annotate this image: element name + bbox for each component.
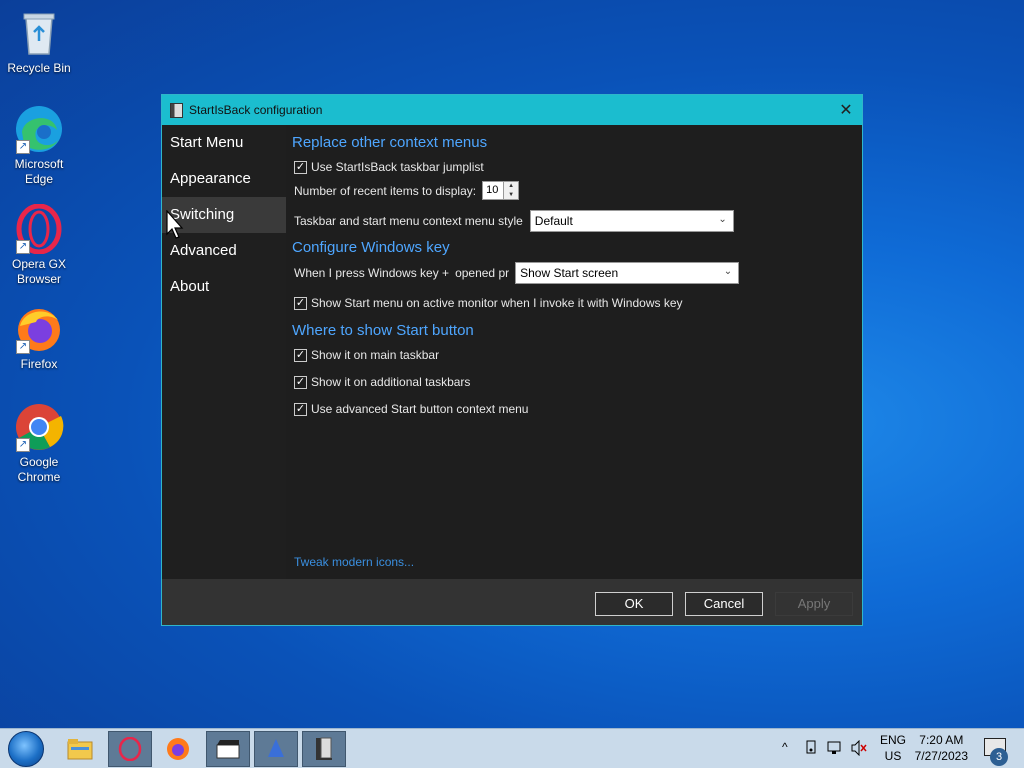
settings-panel: Replace other context menus ✓ Use StartI… bbox=[286, 125, 862, 579]
network-icon[interactable] bbox=[826, 740, 844, 759]
additional-taskbars-checkbox[interactable]: ✓ bbox=[294, 375, 307, 389]
active-monitor-label: Show Start menu on active monitor when I… bbox=[311, 296, 683, 310]
active-monitor-checkbox[interactable]: ✓ bbox=[294, 296, 307, 310]
recycle-bin-icon bbox=[14, 8, 64, 58]
main-taskbar-checkbox[interactable]: ✓ bbox=[294, 348, 307, 362]
chevron-down-icon: ⌄ bbox=[723, 266, 733, 277]
taskbar-clock[interactable]: 7:20 AM 7/27/2023 bbox=[915, 732, 968, 764]
recent-items-value[interactable]: 10 bbox=[482, 181, 505, 200]
context-style-selected: Default bbox=[534, 214, 573, 228]
window-titlebar[interactable]: StartIsBack configuration ✕ bbox=[162, 95, 862, 125]
desktop-icon-edge[interactable]: ↗ Microsoft Edge bbox=[2, 104, 76, 187]
language-region: US bbox=[884, 749, 902, 763]
desktop-icon-chrome[interactable]: ↗ Google Chrome bbox=[2, 402, 76, 485]
app-taskbar-icon[interactable] bbox=[254, 731, 298, 767]
clock-date: 7/27/2023 bbox=[914, 749, 968, 763]
firefox-label: Firefox bbox=[20, 357, 58, 371]
shortcut-arrow-icon: ↗ bbox=[16, 438, 30, 452]
desktop-icon-opera-gx[interactable]: ↗ Opera GX Browser bbox=[2, 203, 76, 287]
windows-key-dropdown[interactable]: Show Start screen ⌄ bbox=[515, 262, 740, 284]
file-explorer-icon[interactable] bbox=[58, 731, 102, 767]
context-style-dropdown[interactable]: Default ⌄ bbox=[529, 210, 734, 232]
tweak-modern-icons-link[interactable]: Tweak modern icons... bbox=[294, 555, 414, 569]
windows-key-row: When I press Windows key + opened pr Sho… bbox=[294, 262, 740, 284]
windows-key-label: When I press Windows key + bbox=[294, 266, 450, 280]
section-title-start-button: Where to show Start button bbox=[292, 322, 474, 339]
ok-button[interactable]: OK bbox=[595, 592, 673, 616]
advanced-context-label: Use advanced Start button context menu bbox=[311, 402, 529, 416]
additional-taskbars-row[interactable]: ✓ Show it on additional taskbars bbox=[294, 375, 470, 389]
windows-key-selected: Show Start screen bbox=[520, 266, 619, 280]
edge-label: Microsoft Edge bbox=[14, 157, 64, 186]
apply-button[interactable]: Apply bbox=[775, 592, 853, 616]
video-editor-taskbar-icon[interactable] bbox=[206, 731, 250, 767]
language-indicator[interactable]: ENG US bbox=[880, 732, 906, 764]
stepper-up-icon[interactable]: ▲ bbox=[504, 182, 518, 191]
recent-items-label: Number of recent items to display: bbox=[294, 183, 477, 198]
context-style-row: Taskbar and start menu context menu styl… bbox=[294, 210, 734, 232]
shortcut-arrow-icon: ↗ bbox=[16, 340, 30, 354]
recent-items-row: Number of recent items to display: 10 ▲ … bbox=[294, 181, 520, 200]
sidebar-item-appearance[interactable]: Appearance bbox=[162, 161, 286, 197]
chrome-icon: ↗ bbox=[14, 402, 64, 452]
device-icon[interactable] bbox=[804, 740, 818, 759]
startisback-config-window: StartIsBack configuration ✕ Start Menu A… bbox=[161, 94, 863, 626]
language-code: ENG bbox=[879, 733, 906, 747]
firefox-taskbar-icon[interactable] bbox=[156, 731, 200, 767]
stepper-down-icon[interactable]: ▼ bbox=[504, 191, 518, 200]
advanced-context-checkbox[interactable]: ✓ bbox=[294, 402, 307, 416]
desktop-icon-firefox[interactable]: ↗ Firefox bbox=[2, 304, 76, 372]
additional-taskbars-label: Show it on additional taskbars bbox=[311, 375, 471, 389]
sidebar-item-start-menu[interactable]: Start Menu bbox=[162, 125, 286, 161]
taskbar: ^ ENG US 7:20 AM 7/27/2023 3 bbox=[0, 728, 1024, 768]
recent-items-stepper[interactable]: 10 ▲ ▼ bbox=[482, 181, 520, 200]
main-taskbar-label: Show it on main taskbar bbox=[311, 348, 440, 362]
start-orb-icon[interactable] bbox=[8, 731, 44, 767]
clock-time: 7:20 AM bbox=[919, 733, 964, 747]
desktop-icon-recycle-bin[interactable]: Recycle Bin bbox=[2, 8, 76, 76]
opera-gx-taskbar-icon[interactable] bbox=[108, 731, 152, 767]
active-monitor-row[interactable]: ✓ Show Start menu on active monitor when… bbox=[294, 296, 683, 310]
dialog-footer: OK Cancel Apply bbox=[162, 579, 862, 625]
tray-chevron-icon[interactable]: ^ bbox=[782, 740, 788, 754]
context-style-label: Taskbar and start menu context menu styl… bbox=[294, 214, 523, 228]
startisback-app-icon bbox=[170, 102, 183, 118]
jumplist-checkbox-row[interactable]: ✓ Use StartIsBack taskbar jumplist bbox=[294, 160, 484, 174]
recycle-bin-label: Recycle Bin bbox=[7, 61, 71, 75]
jumplist-label: Use StartIsBack taskbar jumplist bbox=[311, 160, 484, 174]
windows-key-label-tail: opened pr bbox=[455, 266, 510, 280]
jumplist-checkbox[interactable]: ✓ bbox=[294, 160, 307, 174]
mouse-cursor-icon bbox=[166, 210, 184, 239]
startisback-taskbar-icon[interactable] bbox=[302, 731, 346, 767]
section-title-windows-key: Configure Windows key bbox=[292, 239, 450, 256]
main-taskbar-row[interactable]: ✓ Show it on main taskbar bbox=[294, 348, 439, 362]
notification-count-badge: 3 bbox=[990, 748, 1008, 766]
firefox-icon: ↗ bbox=[14, 304, 64, 354]
advanced-context-row[interactable]: ✓ Use advanced Start button context menu bbox=[294, 402, 528, 416]
window-title: StartIsBack configuration bbox=[189, 103, 323, 117]
chevron-down-icon: ⌄ bbox=[718, 214, 727, 225]
chrome-label: Google Chrome bbox=[17, 455, 61, 484]
cancel-button[interactable]: Cancel bbox=[685, 592, 763, 616]
section-title-context-menus: Replace other context menus bbox=[292, 134, 488, 151]
shortcut-arrow-icon: ↗ bbox=[16, 140, 30, 154]
edge-icon: ↗ bbox=[14, 104, 64, 154]
shortcut-arrow-icon: ↗ bbox=[16, 240, 30, 254]
sidebar: Start Menu Appearance Switching Advanced… bbox=[162, 125, 286, 579]
opera-gx-icon: ↗ bbox=[14, 203, 64, 255]
sidebar-item-about[interactable]: About bbox=[162, 269, 286, 305]
opera-gx-label: Opera GX Browser bbox=[11, 257, 67, 286]
close-icon[interactable]: ✕ bbox=[830, 95, 862, 125]
volume-muted-icon[interactable] bbox=[850, 739, 868, 759]
